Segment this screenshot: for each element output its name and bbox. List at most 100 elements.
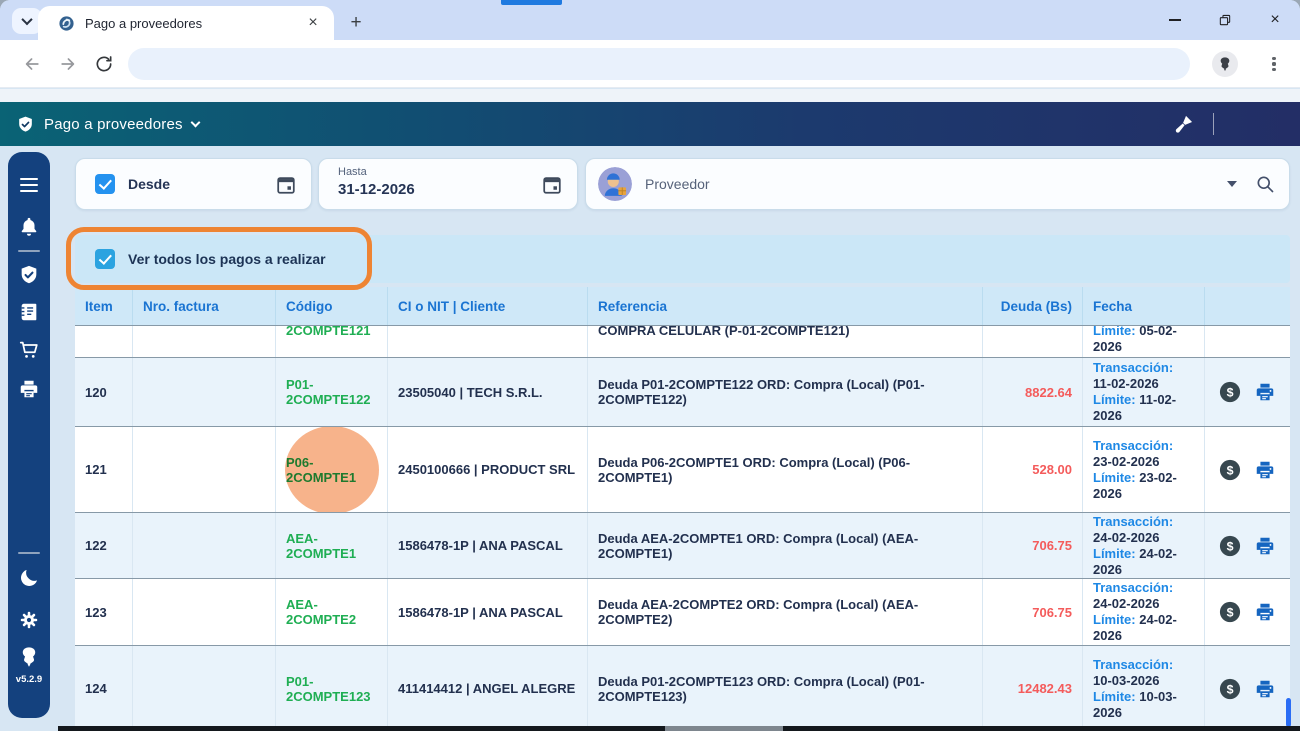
hasta-label: Hasta [338, 166, 367, 178]
fecha-transaccion: 24-02-2026 [1093, 529, 1160, 545]
col-deuda: Deuda (Bs) [983, 287, 1083, 325]
profile-avatar[interactable] [1212, 51, 1238, 77]
chevron-down-icon [21, 13, 33, 26]
tab-close-icon[interactable] [304, 14, 322, 32]
maximize-button[interactable] [1200, 0, 1250, 40]
col-actions [1205, 287, 1290, 325]
dark-mode-moon-icon[interactable] [18, 567, 40, 589]
fecha-transaccion: 23-02-2026 [1093, 453, 1160, 469]
browser-window: Pago a proveedores Pago a proveedores [0, 0, 1300, 731]
tab-strip: Pago a proveedores [0, 0, 1300, 40]
print-icon[interactable] [18, 378, 40, 400]
pay-dollar-icon[interactable]: $ [1219, 601, 1241, 623]
new-tab-button[interactable] [344, 11, 368, 35]
pay-dollar-icon[interactable]: $ [1219, 535, 1241, 557]
chevron-down-icon [190, 117, 201, 128]
forward-icon[interactable] [58, 54, 78, 74]
print-row-icon[interactable] [1254, 381, 1276, 403]
module-selector[interactable]: Pago a proveedores [16, 115, 201, 134]
address-bar[interactable] [128, 48, 1190, 80]
page-top-gap [0, 89, 1300, 102]
horizontal-scrollbar-thumb[interactable] [665, 726, 783, 731]
referencia-value: Deuda AEA-2COMPTE1 ORD: Compra (Local) (… [598, 530, 919, 561]
print-row-icon[interactable] [1254, 678, 1276, 700]
notifications-bell-icon[interactable] [18, 216, 40, 238]
show-all-payments-checkbox[interactable] [95, 249, 115, 269]
proveedor-avatar-icon [598, 167, 632, 201]
proveedor-placeholder[interactable]: Proveedor [645, 176, 1227, 192]
print-row-icon[interactable] [1254, 601, 1276, 623]
referencia-value: Deuda AEA-2COMPTE2 ORD: Compra (Local) (… [598, 597, 919, 627]
profile-icon [1220, 57, 1230, 71]
codigo-value: P01-2COMPTE122 [286, 377, 371, 407]
table-row: 120 P01-2COMPTE122 23505040 | TECH S.R.L… [75, 357, 1290, 426]
minimize-icon [1169, 19, 1181, 21]
item-number: 123 [85, 604, 107, 620]
cliente-value: 1586478-1P | ANA PASCAL [398, 604, 563, 620]
table-row-partial: 2COMPTE121 COMPRA CELULAR (P-01-2COMPTE1… [75, 325, 1290, 357]
tab-loading-strip [501, 0, 562, 5]
browser-menu-icon[interactable] [1266, 53, 1282, 75]
window-controls [1150, 0, 1300, 40]
limite-label: Límite: [1093, 612, 1136, 627]
codigo-value: P06-2COMPTE1 [286, 454, 357, 485]
print-row-icon[interactable] [1254, 535, 1276, 557]
reload-icon[interactable] [94, 54, 114, 74]
referencia-value: Deuda P06-2COMPTE1 ORD: Compra (Local) (… [598, 454, 911, 485]
filter-hasta-card[interactable]: Hasta 31-12-2026 [318, 158, 578, 210]
clean-filters-icon[interactable] [1173, 113, 1195, 135]
table-body: 120 P01-2COMPTE122 23505040 | TECH S.R.L… [75, 357, 1290, 731]
sidebar-divider [18, 552, 40, 555]
page-title: Pago a proveedores [44, 115, 183, 133]
app-version: v5.2.9 [15, 674, 43, 686]
vertical-scrollbar-thumb[interactable] [1286, 698, 1291, 727]
payments-table: Item Nro. factura Código CI o NIT | Clie… [75, 287, 1290, 731]
cliente-value: 1586478-1P | ANA PASCAL [398, 538, 563, 553]
nro-factura-cell [133, 579, 276, 645]
pay-dollar-icon[interactable]: $ [1219, 459, 1241, 481]
search-icon[interactable] [1255, 174, 1275, 194]
journal-icon[interactable] [18, 301, 40, 323]
fecha-transaccion: 11-02-2026 [1093, 376, 1159, 391]
header-divider [1213, 113, 1214, 135]
security-shield-icon[interactable] [18, 264, 40, 286]
calendar-icon[interactable] [275, 174, 297, 196]
desde-label: Desde [128, 176, 171, 192]
pay-dollar-icon[interactable]: $ [1219, 381, 1241, 403]
sidebar: v5.2.9 [8, 152, 50, 718]
close-button[interactable] [1250, 0, 1300, 40]
desde-checkbox[interactable] [95, 174, 115, 194]
item-number: 124 [85, 681, 107, 696]
hasta-value[interactable]: 31-12-2026 [338, 181, 415, 198]
tab-title: Pago a proveedores [85, 15, 203, 31]
calendar-icon[interactable] [541, 174, 563, 196]
browser-tab[interactable]: Pago a proveedores [38, 6, 334, 40]
horizontal-scrollbar[interactable] [58, 726, 1300, 731]
col-referencia: Referencia [588, 287, 983, 325]
filter-bar: Desde Hasta 31-12-2026 Proveedor [75, 158, 1290, 210]
back-icon[interactable] [22, 54, 42, 74]
nro-factura-cell [133, 427, 276, 512]
svg-text:$: $ [1227, 463, 1234, 477]
limite-label: Límite: [1093, 392, 1136, 407]
table-header: Item Nro. factura Código CI o NIT | Clie… [75, 287, 1290, 325]
transaccion-label: Transacción: [1093, 437, 1174, 453]
fecha-transaccion: 24-02-2026 [1093, 596, 1160, 611]
settings-gear-icon[interactable] [18, 609, 40, 631]
nro-factura-cell [133, 513, 276, 578]
minimize-button[interactable] [1150, 0, 1200, 40]
dropdown-caret-icon[interactable] [1227, 181, 1237, 187]
menu-icon[interactable] [20, 178, 38, 193]
col-cliente: CI o NIT | Cliente [388, 287, 588, 325]
filter-proveedor-card[interactable]: Proveedor [585, 158, 1290, 210]
filter-desde-card[interactable]: Desde [75, 158, 312, 210]
table-row: 121 P06-2COMPTE1 2450100666 | PRODUCT SR… [75, 426, 1290, 512]
transaccion-label: Transacción: [1093, 656, 1174, 672]
cart-icon[interactable] [18, 339, 40, 361]
col-nro-factura: Nro. factura [133, 287, 276, 325]
transaccion-label: Transacción: [1093, 360, 1174, 375]
deuda-value: 12482.43 [1017, 681, 1072, 696]
pay-dollar-icon[interactable]: $ [1219, 678, 1241, 700]
svg-text:$: $ [1227, 385, 1234, 399]
print-row-icon[interactable] [1254, 459, 1276, 481]
